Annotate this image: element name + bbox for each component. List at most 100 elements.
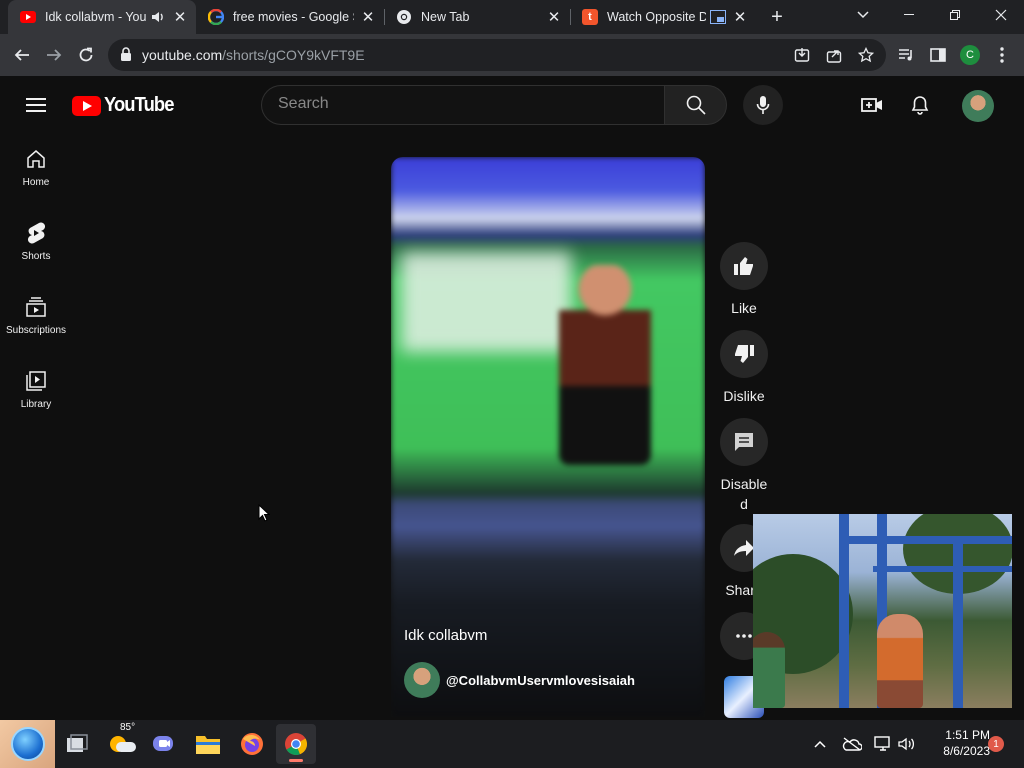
- chrome-favicon-icon: [396, 9, 412, 25]
- minimize-button[interactable]: [886, 0, 932, 30]
- chrome-menu-icon[interactable]: [988, 41, 1016, 69]
- lock-icon[interactable]: [120, 47, 136, 63]
- start-button[interactable]: [0, 720, 55, 768]
- tab-search-chevron-icon[interactable]: [840, 0, 886, 30]
- active-app-indicator: [289, 759, 303, 762]
- network-tray-icon[interactable]: [872, 720, 894, 768]
- dislike-label: Dislike: [723, 388, 765, 404]
- taskbar-chrome[interactable]: [276, 724, 316, 764]
- new-tab-button[interactable]: +: [764, 5, 790, 29]
- url-host: youtube.com: [142, 47, 223, 63]
- task-view-button[interactable]: [58, 724, 98, 764]
- reload-button[interactable]: [72, 41, 100, 69]
- like-action: Like: [720, 242, 768, 318]
- windows-logo-icon: [10, 727, 45, 761]
- tab-google[interactable]: free movies - Google S ✕: [196, 0, 384, 34]
- search-input[interactable]: [278, 95, 648, 113]
- like-label: Like: [731, 300, 757, 316]
- tubi-favicon-icon: t: [582, 9, 598, 25]
- tab-close-icon[interactable]: ✕: [546, 9, 562, 26]
- channel-name[interactable]: @CollabvmUservmlovesisaiah: [446, 673, 635, 688]
- share-icon: [734, 540, 754, 556]
- create-video-icon[interactable]: [860, 93, 884, 117]
- back-button[interactable]: [8, 41, 36, 69]
- voice-search-button[interactable]: [743, 85, 783, 125]
- side-panel-icon[interactable]: [924, 41, 952, 69]
- profile-avatar: C: [960, 45, 980, 65]
- menu-icon[interactable]: [20, 93, 52, 117]
- account-avatar[interactable]: [962, 90, 994, 122]
- install-app-icon[interactable]: [792, 45, 812, 65]
- tab-close-icon[interactable]: ✕: [172, 9, 188, 26]
- sidebar-item-home[interactable]: Home: [0, 134, 72, 204]
- forward-button[interactable]: [40, 41, 68, 69]
- url-path: /shorts/gCOY9kVFT9E: [222, 47, 365, 63]
- weather-temp: 85°: [120, 722, 136, 733]
- channel-link[interactable]: @CollabvmUservmlovesisaiah: [404, 662, 635, 698]
- sidebar-item-shorts[interactable]: Shorts: [0, 208, 72, 278]
- weather-widget[interactable]: 85°: [102, 722, 142, 764]
- picture-in-picture-icon[interactable]: [710, 10, 726, 24]
- windows-taskbar: 85° 1:51 PM 8/6/2023 1: [0, 720, 1024, 768]
- tab-close-icon[interactable]: ✕: [360, 9, 376, 26]
- volume-tray-icon[interactable]: [896, 720, 918, 768]
- onedrive-tray-icon[interactable]: [840, 720, 864, 768]
- youtube-logo[interactable]: YouTube: [72, 94, 180, 117]
- yt-header: YouTube: [0, 76, 1024, 134]
- pip-person: [753, 632, 785, 708]
- thumbs-down-icon: [735, 345, 754, 363]
- notifications-bell-icon[interactable]: [908, 93, 932, 117]
- url-text: youtube.com/shorts/gCOY9kVFT9E: [142, 47, 365, 63]
- video-frame-highlight: [401, 252, 571, 352]
- library-icon: [24, 369, 48, 393]
- folder-icon: [196, 736, 220, 754]
- tab-title: Watch Opposite Da: [607, 10, 706, 24]
- shorts-player[interactable]: Idk collabvm @CollabvmUservmlovesisaiah: [391, 157, 705, 717]
- restore-button[interactable]: [932, 0, 978, 30]
- share-page-icon[interactable]: [824, 45, 844, 65]
- more-icon: [736, 634, 752, 638]
- taskbar-firefox[interactable]: [232, 724, 272, 764]
- microphone-icon: [756, 96, 770, 114]
- thumbs-up-icon: [734, 257, 753, 275]
- tab-title: Idk collabvm - You: [45, 10, 146, 24]
- mouse-cursor-icon: [258, 504, 270, 522]
- sidebar-item-library[interactable]: Library: [0, 356, 72, 426]
- comments-action: Disable d: [720, 418, 768, 514]
- taskbar-file-explorer[interactable]: [188, 724, 228, 764]
- tab-new-tab[interactable]: New Tab ✕: [384, 0, 570, 34]
- chrome-icon: [285, 733, 308, 756]
- tab-tubi[interactable]: t Watch Opposite Da ✕: [570, 0, 756, 34]
- comments-button[interactable]: [720, 418, 768, 466]
- youtube-favicon-icon: [20, 9, 36, 25]
- taskbar-clock[interactable]: 1:51 PM 8/6/2023: [926, 727, 990, 759]
- address-bar[interactable]: youtube.com/shorts/gCOY9kVFT9E: [108, 39, 886, 71]
- close-window-button[interactable]: [978, 0, 1024, 30]
- speaker-icon[interactable]: [150, 9, 166, 25]
- search-button[interactable]: [664, 85, 727, 125]
- tab-close-icon[interactable]: ✕: [732, 9, 748, 26]
- teams-chat-icon: [153, 736, 173, 751]
- picture-in-picture-window[interactable]: [753, 514, 1012, 708]
- dislike-button[interactable]: [720, 330, 768, 378]
- tab-strip: Idk collabvm - You ✕ free movies - Googl…: [0, 0, 1024, 34]
- short-title[interactable]: Idk collabvm: [404, 627, 487, 644]
- show-hidden-icons-button[interactable]: [808, 720, 832, 768]
- sidebar-item-subscriptions[interactable]: Subscriptions: [0, 282, 72, 352]
- taskbar-teams-chat[interactable]: [144, 724, 184, 764]
- task-view-icon: [67, 734, 88, 752]
- media-controls-icon[interactable]: [892, 41, 920, 69]
- profile-button[interactable]: C: [956, 41, 984, 69]
- sidebar-item-label: Shorts: [21, 251, 51, 262]
- google-favicon-icon: [208, 9, 224, 25]
- like-button[interactable]: [720, 242, 768, 290]
- browser-toolbar: youtube.com/shorts/gCOY9kVFT9E C: [0, 34, 1024, 76]
- subscriptions-icon: [24, 295, 48, 319]
- sidebar-item-label: Library: [20, 399, 52, 410]
- bookmark-star-icon[interactable]: [856, 45, 876, 65]
- channel-avatar[interactable]: [404, 662, 440, 698]
- tab-youtube[interactable]: Idk collabvm - You ✕: [8, 0, 196, 34]
- notification-badge[interactable]: 1: [988, 736, 1004, 752]
- shorts-icon: [24, 221, 48, 245]
- pip-playground-bar: [873, 566, 1012, 572]
